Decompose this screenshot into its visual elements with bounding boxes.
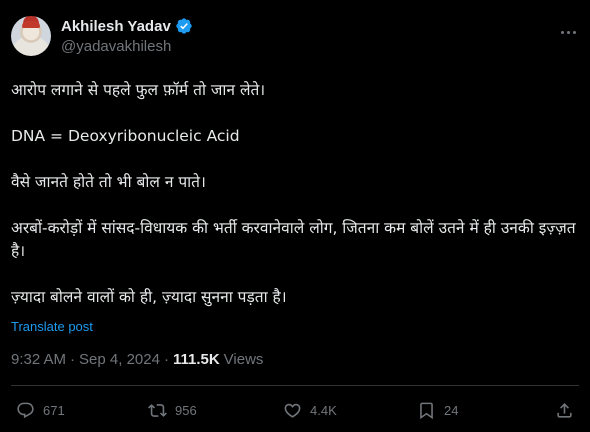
reply-button[interactable]: 671	[16, 396, 65, 424]
bookmark-icon	[420, 402, 433, 419]
repost-icon	[148, 403, 167, 417]
like-icon	[284, 403, 301, 418]
share-button[interactable]	[555, 396, 582, 424]
post-paragraph: DNA = Deoxyribonucleic Acid	[11, 127, 240, 145]
verified-badge-icon[interactable]	[175, 17, 193, 35]
display-name-row: Akhilesh Yadav	[61, 17, 193, 35]
post-paragraph: ज़्यादा बोलने वालों को ही, ज़्यादा सुनना…	[11, 288, 287, 306]
reply-icon	[17, 402, 34, 418]
post-meta: 9:32 AM · Sep 4, 2024 · 111.5K Views	[11, 351, 263, 368]
bookmark-button[interactable]: 24	[417, 396, 458, 424]
like-button[interactable]: 4.4K	[283, 396, 337, 424]
action-bar: 671 956 4.4K 24	[11, 396, 579, 424]
views-count: 111.5K	[172, 351, 220, 368]
author-handle[interactable]: @yadavakhilesh	[61, 38, 193, 55]
repost-count: 956	[175, 402, 197, 418]
more-icon[interactable]	[556, 22, 580, 42]
reply-count: 671	[43, 402, 65, 418]
post-paragraph: आरोप लगाने से पहले फुल फ़ॉर्म तो जान लेत…	[11, 81, 266, 99]
meta-separator: ·	[163, 351, 169, 368]
post-date[interactable]: Sep 4, 2024	[79, 351, 160, 368]
display-name[interactable]: Akhilesh Yadav	[61, 18, 171, 35]
post-text: आरोप लगाने से पहले फुल फ़ॉर्म तो जान लेत…	[11, 79, 579, 309]
divider	[11, 385, 579, 386]
post-paragraph: अरबों-करोड़ों में सांसद-विधायक की भर्ती …	[11, 219, 576, 260]
post-paragraph: वैसे जानते होते तो भी बोल न पाते।	[11, 173, 206, 191]
views-label: Views	[223, 351, 264, 368]
post-time[interactable]: 9:32 AM	[11, 351, 66, 368]
bookmark-count: 24	[444, 402, 459, 418]
post-header: Akhilesh Yadav @yadavakhilesh	[11, 16, 581, 64]
author-names: Akhilesh Yadav @yadavakhilesh	[61, 17, 193, 55]
meta-separator: ·	[70, 351, 76, 368]
avatar[interactable]	[11, 16, 51, 56]
like-count: 4.4K	[310, 402, 337, 418]
share-icon	[557, 402, 572, 418]
translate-post-link[interactable]: Translate post	[11, 319, 93, 334]
repost-button[interactable]: 956	[148, 396, 197, 424]
